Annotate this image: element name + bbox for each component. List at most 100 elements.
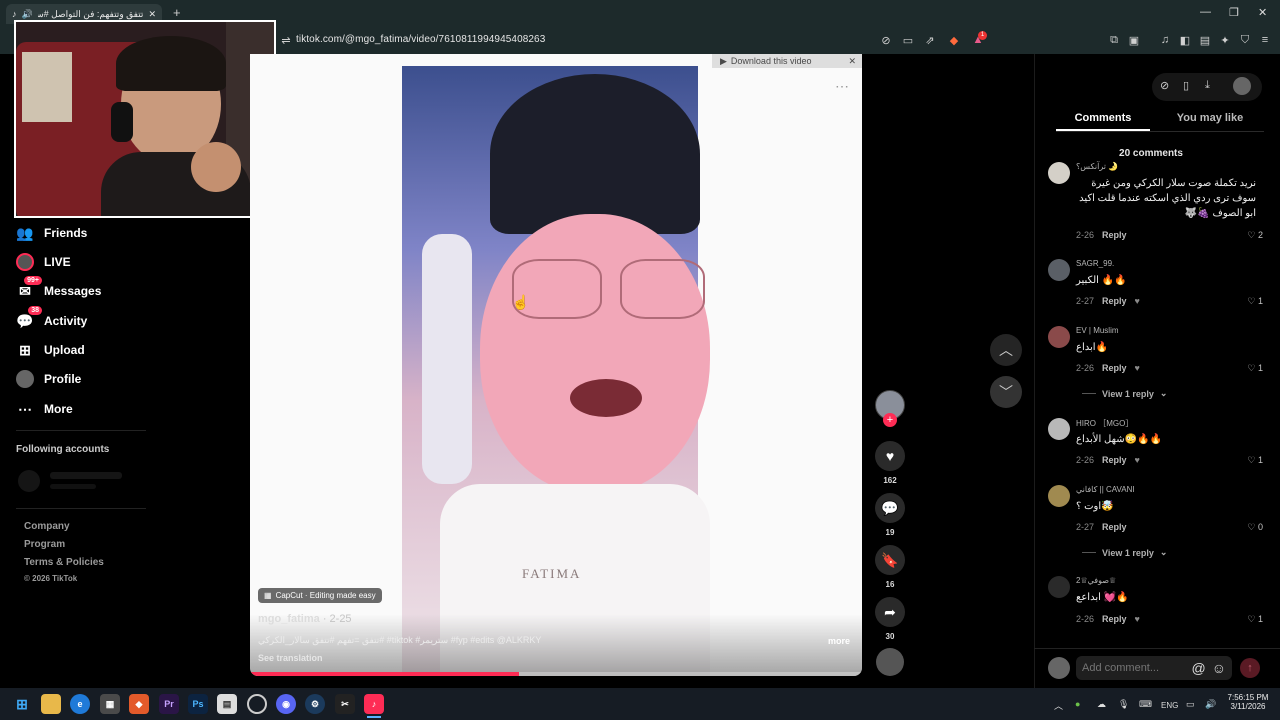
wallet-icon[interactable]: ▤ xyxy=(1197,32,1213,48)
footer-terms[interactable]: Terms & Policies xyxy=(24,557,104,568)
reply-button[interactable]: Reply xyxy=(1102,363,1127,373)
video-author[interactable]: mgo_fatima · 2-25 xyxy=(258,613,352,625)
post-comment-button[interactable]: ↑ xyxy=(1240,658,1260,678)
reply-button[interactable]: Reply xyxy=(1102,230,1127,240)
store-icon[interactable]: ▦ xyxy=(100,694,120,714)
leo-ai-icon[interactable]: ✦ xyxy=(1217,32,1233,48)
discord-icon[interactable]: ◉ xyxy=(276,694,296,714)
sidebar-toggle-icon[interactable]: ◧ xyxy=(1177,32,1193,48)
share-button[interactable]: ➦ 30 xyxy=(875,597,905,641)
video-progress-track[interactable] xyxy=(250,672,862,676)
download-video-button[interactable]: ▶ Download this video ✕ xyxy=(712,54,862,68)
comment-user[interactable]: كافاني || CAVANI xyxy=(1076,485,1135,494)
tab-audio-icon[interactable]: 🔊 xyxy=(22,9,33,20)
mention-icon[interactable]: @ xyxy=(1191,660,1205,676)
comment-button[interactable]: 💬 19 xyxy=(875,493,905,537)
add-comment-box[interactable]: @ ☺ xyxy=(1076,656,1232,680)
comment-user[interactable]: ترآنكس؟ 🌛 xyxy=(1076,162,1118,171)
view-replies-button[interactable]: View 1 reply ⌄ xyxy=(1082,547,1167,558)
keyboard-icon[interactable]: ⌨ xyxy=(1139,699,1152,710)
video-options-icon[interactable]: ⋯ xyxy=(835,78,849,95)
reply-button[interactable]: Reply xyxy=(1102,522,1127,532)
follow-plus-icon[interactable]: + xyxy=(883,413,897,427)
tiktok-taskbar-icon[interactable]: ♪ xyxy=(364,694,384,714)
download-close-icon[interactable]: ✕ xyxy=(848,56,862,67)
capcut-badge[interactable]: ▦ CapCut · Editing made easy xyxy=(258,588,382,603)
next-video-button[interactable]: ﹀ xyxy=(990,376,1022,408)
footer-program[interactable]: Program xyxy=(24,539,65,550)
caption-more-link[interactable]: more xyxy=(828,636,850,646)
network-icon[interactable]: ▭ xyxy=(1186,699,1195,710)
file-explorer-icon[interactable] xyxy=(41,694,61,714)
avatar[interactable] xyxy=(1048,162,1070,184)
screenshot-icon[interactable]: ▣ xyxy=(1126,32,1142,48)
footer-company[interactable]: Company xyxy=(24,521,70,532)
minimize-icon[interactable]: — xyxy=(1200,6,1211,18)
menu-icon[interactable]: ≡ xyxy=(1257,32,1273,48)
new-tab-button[interactable]: + xyxy=(173,5,181,20)
comment-like-button[interactable]: ♡ 1 xyxy=(1247,363,1263,374)
sound-avatar-button[interactable] xyxy=(875,648,905,676)
cloud-icon[interactable]: ☁ xyxy=(1097,699,1106,710)
previous-video-button[interactable]: ︿ xyxy=(990,334,1022,366)
comment-user[interactable]: EV | Muslim xyxy=(1076,326,1119,335)
capcut-taskbar-icon[interactable]: ✂ xyxy=(335,694,355,714)
reply-button[interactable]: Reply xyxy=(1102,296,1127,306)
tab-comments[interactable]: Comments xyxy=(1056,112,1150,124)
compass-icon[interactable]: ⊘ xyxy=(1160,79,1169,92)
avatar[interactable] xyxy=(1048,259,1070,281)
sidebar-item-messages[interactable]: ✉ 99+ Messages xyxy=(16,276,101,300)
volume-icon[interactable]: 🔊 xyxy=(1205,699,1216,710)
avatar[interactable] xyxy=(1048,485,1070,507)
edge-icon[interactable]: e xyxy=(70,694,90,714)
add-comment-input[interactable] xyxy=(1082,662,1188,674)
phone-icon[interactable]: ▯ xyxy=(1183,79,1189,92)
emoji-icon[interactable]: ☺ xyxy=(1212,660,1226,676)
photoshop-icon[interactable]: Ps xyxy=(188,694,208,714)
avatar[interactable] xyxy=(1048,326,1070,348)
premiere-icon[interactable]: Pr xyxy=(159,694,179,714)
vpn-icon[interactable]: ⛉ xyxy=(1237,32,1253,48)
sidebar-item-upload[interactable]: ⊞ Upload xyxy=(16,341,85,359)
microphone-icon[interactable]: 🎙 xyxy=(1118,699,1129,710)
brave-icon[interactable]: ◆ xyxy=(129,694,149,714)
avatar[interactable] xyxy=(1048,576,1070,598)
save-button[interactable]: 🔖 16 xyxy=(875,545,905,589)
brave-shield-icon[interactable]: ◆ xyxy=(946,32,962,48)
restore-icon[interactable]: ❐ xyxy=(1229,6,1239,19)
download-icon[interactable]: ⤓ xyxy=(1205,79,1210,92)
tray-app-icon[interactable]: ● xyxy=(1075,699,1080,709)
comment-user[interactable]: SAGR_99. xyxy=(1076,259,1114,268)
windows-start-icon[interactable]: ⊞ xyxy=(12,694,32,714)
user-avatar[interactable] xyxy=(1233,77,1251,95)
comment-user[interactable]: صوفي♕2♕ xyxy=(1076,576,1116,585)
comment-user[interactable]: HIRO ［MGO］ xyxy=(1076,418,1133,429)
view-replies-button[interactable]: View 1 reply ⌄ xyxy=(1082,388,1167,399)
comment-like-button[interactable]: ♡ 1 xyxy=(1247,296,1263,307)
site-info-icon[interactable]: ⇌ xyxy=(278,32,294,48)
reply-button[interactable]: Reply xyxy=(1102,614,1127,624)
comment-like-button[interactable]: ♡ 1 xyxy=(1247,614,1263,625)
sidebar-item-friends[interactable]: 👥 Friends xyxy=(16,224,87,242)
reply-button[interactable]: Reply xyxy=(1102,455,1127,465)
see-translation-link[interactable]: See translation xyxy=(258,653,323,663)
window-close-icon[interactable]: ✕ xyxy=(1258,6,1267,19)
extensions-icon[interactable]: ⧉ xyxy=(1106,32,1122,48)
sidebar-item-more[interactable]: ⋯ More xyxy=(16,400,73,418)
sidebar-item-profile[interactable]: Profile xyxy=(16,370,81,388)
comment-like-button[interactable]: ♡ 2 xyxy=(1247,230,1263,241)
sidebar-item-live[interactable]: LIVE xyxy=(16,253,71,271)
author-avatar-button[interactable]: + xyxy=(875,390,905,427)
media-icon[interactable]: ♫ xyxy=(1157,32,1173,48)
obs-icon[interactable] xyxy=(247,694,267,714)
comment-like-button[interactable]: ♡ 0 xyxy=(1247,522,1263,533)
tray-overflow-icon[interactable]: ︿ xyxy=(1054,699,1063,712)
pip-icon[interactable]: ▭ xyxy=(900,32,916,48)
sidebar-item-activity[interactable]: 💬 38 Activity xyxy=(16,306,87,330)
url-field[interactable]: tiktok.com/@mgo_fatima/video/76108119949… xyxy=(296,34,545,45)
avatar[interactable] xyxy=(1048,418,1070,440)
tab-close-icon[interactable]: ✕ xyxy=(148,9,156,20)
comment-like-button[interactable]: ♡ 1 xyxy=(1247,455,1263,466)
video-player[interactable]: FATIMA ⋯ ▦ CapCut · Editing made easy mg… xyxy=(250,54,862,676)
like-button[interactable]: ♥ 162 xyxy=(875,441,905,485)
